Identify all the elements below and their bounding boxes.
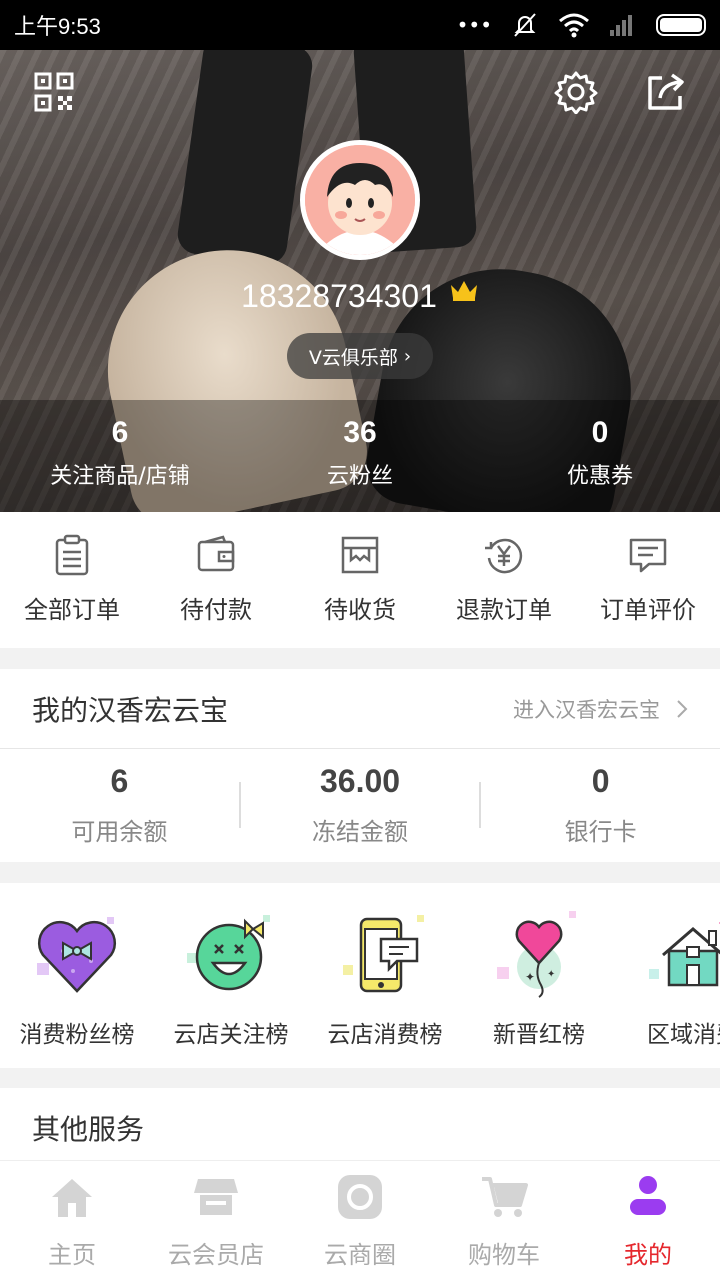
home-icon xyxy=(52,1179,92,1217)
yen-refund-icon xyxy=(485,538,523,574)
stat-label: 云粉丝 xyxy=(326,464,393,489)
order-all-button[interactable]: 全部订单 xyxy=(0,512,144,648)
order-label: 退款订单 xyxy=(456,596,552,624)
tab-label: 购物车 xyxy=(468,1241,540,1269)
rank-consumer-fans-button[interactable]: 消费粉丝榜 xyxy=(0,883,154,1068)
tab-home[interactable]: 主页 xyxy=(0,1161,144,1280)
wallet-header[interactable]: 我的汉香宏云宝 进入汉香宏云宝 xyxy=(0,669,720,749)
wallet-label: 可用余额 xyxy=(71,818,168,846)
avatar[interactable] xyxy=(300,140,420,260)
stat-value: 6 xyxy=(111,416,129,449)
house-icon xyxy=(649,922,720,987)
tab-cart[interactable]: 购物车 xyxy=(432,1161,576,1280)
orders-row: 全部订单 待付款 待收货 退款订单 订单评价 xyxy=(0,512,720,648)
rank-label: 云店消费榜 xyxy=(327,1022,443,1048)
order-unpaid-button[interactable]: 待付款 xyxy=(144,512,288,648)
profile-phone: 18328734301 xyxy=(0,278,720,315)
wallet-title: 我的汉香宏云宝 xyxy=(32,693,229,727)
order-label: 全部订单 xyxy=(24,596,120,624)
wifi-icon xyxy=(559,13,589,38)
wallet-value: 0 xyxy=(591,763,610,799)
crown-icon xyxy=(450,281,477,301)
stat-label: 优惠券 xyxy=(566,464,633,489)
order-label: 订单评价 xyxy=(600,596,696,624)
rank-store-consumption-button[interactable]: 云店消费榜 xyxy=(308,883,462,1068)
stat-value: 36 xyxy=(343,416,377,449)
club-button[interactable]: V云俱乐部 › xyxy=(287,333,433,379)
cartoon-boy-avatar-icon xyxy=(305,145,415,255)
cart-icon xyxy=(482,1177,528,1217)
wallet-balance[interactable]: 6 可用余额 xyxy=(0,763,239,847)
qr-code-icon[interactable] xyxy=(32,70,76,114)
box-icon xyxy=(341,536,379,574)
share-icon[interactable] xyxy=(644,70,688,114)
svg-text:✦: ✦ xyxy=(547,969,555,980)
wallet-section: 我的汉香宏云宝 进入汉香宏云宝 6 可用余额 36.00 冻结金额 0 银行卡 xyxy=(0,669,720,862)
comment-icon xyxy=(629,538,667,573)
circle-icon xyxy=(338,1175,382,1219)
phone-chat-icon xyxy=(343,915,424,993)
profile-header: 18328734301 V云俱乐部 › 6 关注商品/店铺 36 云粉丝 0 优… xyxy=(0,50,720,512)
clipboard-icon xyxy=(55,534,89,576)
wallet-enter-link[interactable]: 进入汉香宏云宝 xyxy=(513,694,688,724)
phone-number: 18328734301 xyxy=(241,278,437,314)
wallet-value: 6 xyxy=(110,763,129,799)
chevron-right-icon: › xyxy=(403,345,412,367)
profile-stats: 6 关注商品/店铺 36 云粉丝 0 优惠券 xyxy=(0,412,720,512)
order-to-receive-button[interactable]: 待收货 xyxy=(288,512,432,648)
signal-icon xyxy=(610,15,632,36)
other-services-section: 其他服务 xyxy=(0,1088,720,1160)
tab-label: 云商圈 xyxy=(324,1241,396,1269)
club-label: V云俱乐部 xyxy=(308,346,398,369)
wallet-value: 36.00 xyxy=(319,763,401,799)
stat-label: 关注商品/店铺 xyxy=(50,464,190,489)
battery-icon xyxy=(656,14,706,36)
chevron-right-icon xyxy=(677,699,688,718)
mute-icon xyxy=(514,13,536,37)
rank-label: 新晋红榜 xyxy=(493,1022,585,1048)
user-icon xyxy=(630,1176,666,1215)
tab-member-store[interactable]: 云会员店 xyxy=(144,1161,288,1280)
rank-store-follow-button[interactable]: 云店关注榜 xyxy=(154,883,308,1068)
tab-label: 云会员店 xyxy=(168,1241,264,1269)
order-label: 待收货 xyxy=(324,596,396,624)
stat-fans[interactable]: 36 云粉丝 xyxy=(240,412,480,512)
rank-label: 云店关注榜 xyxy=(173,1022,289,1048)
order-label: 待付款 xyxy=(180,596,252,624)
stat-coupons[interactable]: 0 优惠券 xyxy=(480,412,720,512)
more-dots: ••• xyxy=(456,13,492,37)
wallet-frozen[interactable]: 36.00 冻结金额 xyxy=(241,763,480,847)
wallet-icon xyxy=(197,535,235,572)
settings-gear-icon[interactable] xyxy=(554,70,598,114)
rank-label: 消费粉丝榜 xyxy=(19,1022,135,1048)
order-review-button[interactable]: 订单评价 xyxy=(576,512,720,648)
ranking-row: 消费粉丝榜 云店关注榜 云店消费榜 ✦ ✦ 新晋红榜 区域消 xyxy=(0,883,720,1068)
rank-new-red-button[interactable]: ✦ ✦ 新晋红榜 xyxy=(462,883,616,1068)
rank-region-consumption-button[interactable]: 区域消费 xyxy=(616,883,720,1068)
store-icon xyxy=(194,1179,238,1215)
stat-value: 0 xyxy=(591,416,609,449)
tab-mine[interactable]: 我的 xyxy=(576,1161,720,1280)
status-time: 上午9:53 xyxy=(14,14,101,39)
tab-label: 主页 xyxy=(48,1241,96,1269)
rank-label: 区域消费 xyxy=(647,1022,720,1048)
other-services-title: 其他服务 xyxy=(32,1113,145,1146)
wallet-enter-label: 进入汉香宏云宝 xyxy=(513,697,660,722)
wallet-stats: 6 可用余额 36.00 冻结金额 0 银行卡 xyxy=(0,749,720,861)
status-bar: 上午9:53 ••• xyxy=(0,0,720,50)
stat-follows[interactable]: 6 关注商品/店铺 xyxy=(0,412,240,512)
wallet-label: 银行卡 xyxy=(564,818,637,846)
tab-business-circle[interactable]: 云商圈 xyxy=(288,1161,432,1280)
wallet-bank-card[interactable]: 0 银行卡 xyxy=(481,763,720,847)
heart-bow-icon xyxy=(37,917,116,993)
balloon-icon: ✦ ✦ xyxy=(497,911,576,998)
smiley-icon xyxy=(187,915,270,991)
bottom-tab-bar: 主页 云会员店 云商圈 购物车 我的 xyxy=(0,1160,720,1280)
svg-text:✦: ✦ xyxy=(525,970,535,984)
wallet-label: 冻结金额 xyxy=(312,818,408,846)
order-refund-button[interactable]: 退款订单 xyxy=(432,512,576,648)
tab-label: 我的 xyxy=(624,1241,672,1269)
